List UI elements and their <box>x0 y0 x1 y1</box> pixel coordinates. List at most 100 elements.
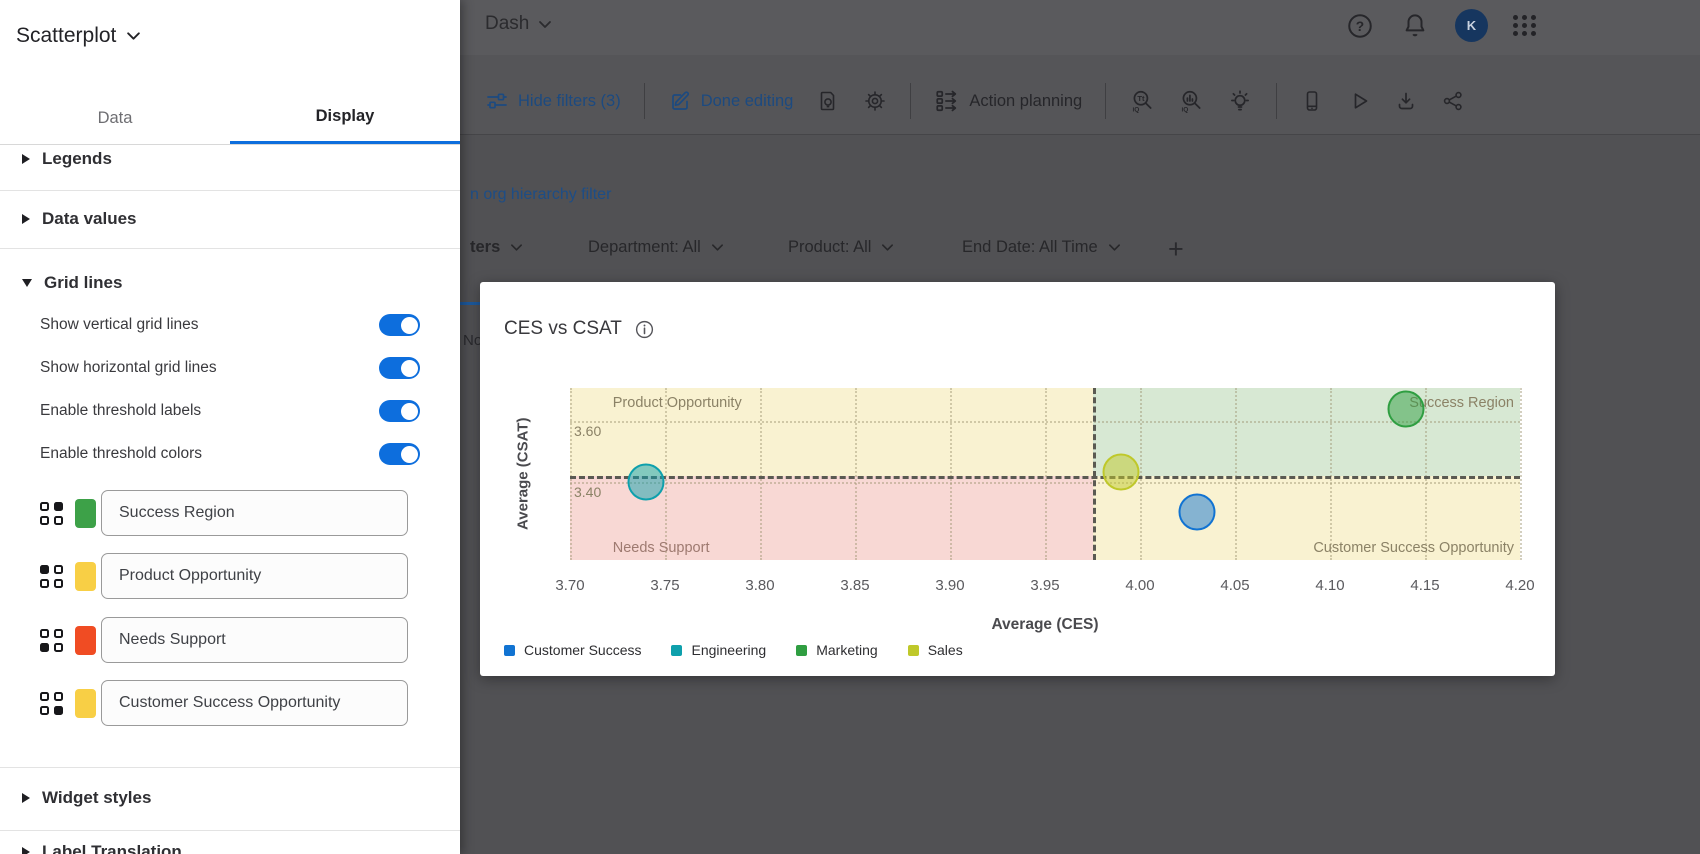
legend-swatch <box>796 645 807 656</box>
quadrant-cell <box>54 629 63 638</box>
page-idea-button[interactable] <box>816 89 840 113</box>
filter-chip[interactable]: Department: All <box>588 238 724 257</box>
toolbar-divider <box>910 83 911 119</box>
play-button[interactable] <box>1347 89 1371 113</box>
action-planning-button[interactable]: Action planning <box>934 88 1082 114</box>
quadrant-label-top-left: Product Opportunity <box>613 395 742 411</box>
legend-swatch <box>504 645 515 656</box>
threshold-label-input[interactable] <box>101 680 408 726</box>
avatar[interactable]: K <box>1455 9 1488 42</box>
svg-text:?: ? <box>1356 19 1364 34</box>
widget-type-label: Scatterplot <box>16 24 116 48</box>
done-editing-button[interactable]: Done editing <box>668 89 794 113</box>
add-filter-button[interactable]: + <box>1168 234 1184 265</box>
hide-filters-label: Hide filters (3) <box>518 92 621 111</box>
vertical-gridline <box>1425 388 1427 560</box>
stats-iq-button[interactable]: iQ <box>1178 88 1204 114</box>
widget-type-selector[interactable]: Scatterplot <box>16 24 141 48</box>
filter-chip-label: End Date: All Time <box>962 238 1098 257</box>
section-header-widget-styles[interactable]: Widget styles <box>22 788 151 808</box>
toggle-label: Enable threshold colors <box>40 445 202 463</box>
legend-swatch <box>671 645 682 656</box>
threshold-color-swatch[interactable] <box>75 562 96 591</box>
threshold-label-input[interactable] <box>101 617 408 663</box>
tab-display[interactable]: Display <box>230 92 460 144</box>
app-grid-icon[interactable] <box>1513 15 1537 36</box>
bubble-customer-success[interactable] <box>1179 493 1216 530</box>
filter-sliders-icon <box>485 89 509 113</box>
scatter-plot-area[interactable]: 3.603.40Product OpportunitySuccess Regio… <box>570 388 1520 560</box>
filter-chip[interactable]: End Date: All Time <box>962 238 1121 257</box>
caret-right-icon <box>22 154 30 164</box>
mobile-preview-button[interactable] <box>1300 89 1324 113</box>
filter-chip[interactable]: Product: All <box>788 238 894 257</box>
tab-data[interactable]: Data <box>0 92 230 144</box>
horizontal-gridline <box>570 482 1520 484</box>
download-button[interactable] <box>1394 89 1418 113</box>
filter-chip-label: Department: All <box>588 238 701 257</box>
section-label: Label Translation <box>42 842 182 854</box>
dashboard-toolbar: Hide filters (3) Done editing <box>485 78 1465 124</box>
dashboard-name-menu[interactable]: Dash <box>485 13 552 35</box>
x-tick-label: 4.20 <box>1505 577 1534 594</box>
threshold-color-swatch[interactable] <box>75 626 96 655</box>
threshold-color-swatch[interactable] <box>75 499 96 528</box>
quadrant-cell <box>54 502 63 511</box>
toggle-enable-threshold-colors[interactable] <box>379 443 420 465</box>
section-header-label-translation[interactable]: Label Translation <box>22 842 182 854</box>
caret-right-icon <box>22 847 30 854</box>
scatterplot-widget-card[interactable]: CES vs CSAT Average (CSAT) 3.603.40Produ… <box>480 282 1555 676</box>
bubble-engineering[interactable] <box>628 463 665 500</box>
threshold-color-swatch[interactable] <box>75 689 96 718</box>
share-button[interactable] <box>1441 89 1465 113</box>
quadrant-position-icon <box>40 502 63 525</box>
lightbulb-button[interactable] <box>1227 88 1253 114</box>
settings-gear-button[interactable] <box>863 89 887 113</box>
threshold-label-input[interactable] <box>101 553 408 599</box>
text-iq-button[interactable]: TtiQ <box>1129 88 1155 114</box>
legend-item-engineering[interactable]: Engineering <box>671 642 766 658</box>
y-threshold-line <box>570 476 1520 479</box>
toggle-label: Enable threshold labels <box>40 402 201 420</box>
notifications-bell-icon[interactable] <box>1400 11 1430 41</box>
legend-item-customer-success[interactable]: Customer Success <box>504 642 641 658</box>
filters-menu-label: ters <box>470 238 500 257</box>
download-icon <box>1394 89 1418 113</box>
x-tick-label: 4.05 <box>1220 577 1249 594</box>
quadrant-cell <box>40 692 49 701</box>
toggle-show-horizontal-grid-lines[interactable] <box>379 357 420 379</box>
vertical-gridline <box>1045 388 1047 560</box>
toggle-enable-threshold-labels[interactable] <box>379 400 420 422</box>
horizontal-gridline <box>570 421 1520 423</box>
info-icon[interactable] <box>634 319 655 340</box>
stats-iq-icon: iQ <box>1178 88 1204 114</box>
section-divider <box>0 248 460 249</box>
y-axis-title: Average (CSAT) <box>508 388 538 560</box>
quadrant-cell <box>40 706 49 715</box>
help-icon[interactable]: ? <box>1345 11 1375 41</box>
section-header-data-values[interactable]: Data values <box>22 209 137 229</box>
threshold-label-input[interactable] <box>101 490 408 536</box>
bubble-marketing[interactable] <box>1388 391 1425 428</box>
mobile-icon <box>1300 89 1324 113</box>
hide-filters-button[interactable]: Hide filters (3) <box>485 89 621 113</box>
section-header-grid-lines[interactable]: Grid lines <box>22 273 122 293</box>
filters-menu[interactable]: ters <box>470 238 523 257</box>
quadrant-cell <box>54 565 63 574</box>
legend-label: Marketing <box>816 642 877 658</box>
x-tick-label: 3.90 <box>935 577 964 594</box>
legend-item-marketing[interactable]: Marketing <box>796 642 877 658</box>
legend-item-sales[interactable]: Sales <box>908 642 963 658</box>
org-hierarchy-filter-link[interactable]: n org hierarchy filter <box>470 186 611 204</box>
quadrant-position-icon <box>40 565 63 588</box>
chart-title: CES vs CSAT <box>504 318 622 340</box>
toggle-show-vertical-grid-lines[interactable] <box>379 314 420 336</box>
vertical-gridline <box>950 388 952 560</box>
bubble-sales[interactable] <box>1103 454 1140 491</box>
x-threshold-line <box>1093 388 1096 560</box>
vertical-gridline <box>1520 388 1522 560</box>
vertical-gridline <box>760 388 762 560</box>
section-header-legends[interactable]: Legends <box>22 149 112 169</box>
x-tick-label: 3.80 <box>745 577 774 594</box>
quadrant-cell <box>40 643 49 652</box>
